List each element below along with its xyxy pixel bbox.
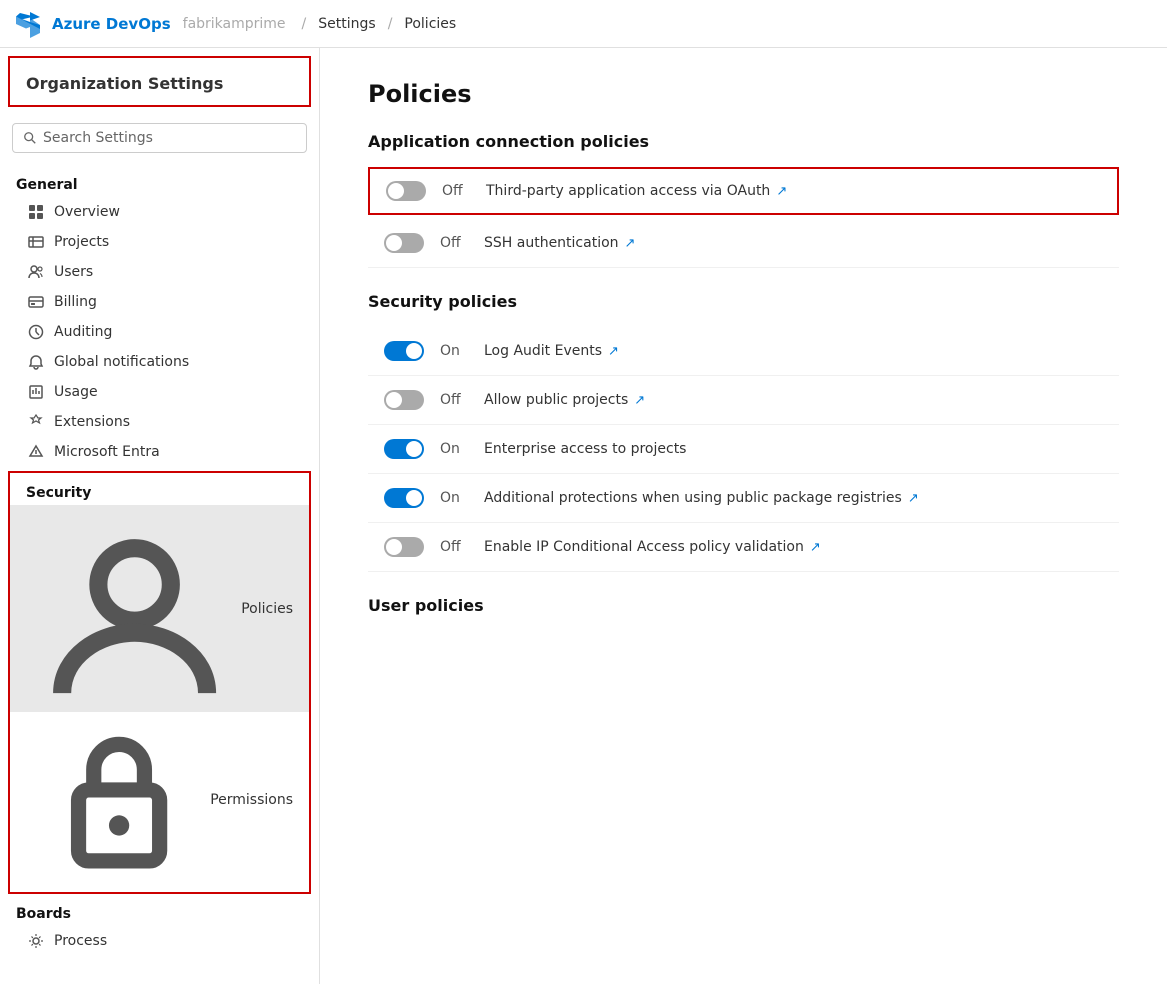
- sidebar-label-policies: Policies: [241, 601, 293, 617]
- security-section-box: Security Policies Permissions: [8, 471, 311, 894]
- sidebar-label-overview: Overview: [54, 204, 120, 220]
- permissions-icon: [38, 719, 200, 881]
- ssh-link-icon[interactable]: ↗: [625, 236, 636, 251]
- sidebar-label-usage: Usage: [54, 384, 98, 400]
- toggle-label-additional-protections: On: [440, 490, 468, 506]
- policy-row-enterprise-access: On Enterprise access to projects: [368, 425, 1119, 474]
- sidebar-item-policies[interactable]: Policies: [10, 505, 309, 712]
- sidebar-item-permissions[interactable]: Permissions: [10, 712, 309, 888]
- sidebar-item-users[interactable]: Users: [0, 257, 319, 287]
- ip-conditional-link-icon[interactable]: ↗: [810, 540, 821, 555]
- toggle-public-projects[interactable]: [384, 390, 424, 410]
- oauth-link-icon[interactable]: ↗: [776, 184, 787, 199]
- azure-devops-logo: [16, 10, 44, 38]
- sidebar-item-process[interactable]: Process: [0, 926, 319, 956]
- additional-protections-link-icon[interactable]: ↗: [908, 491, 919, 506]
- security-section-heading: Security: [10, 477, 309, 505]
- search-icon: [23, 131, 37, 145]
- policy-name-additional-protections: Additional protections when using public…: [484, 490, 919, 506]
- toggle-enterprise-access[interactable]: [384, 439, 424, 459]
- toggle-label-enterprise-access: On: [440, 441, 468, 457]
- search-placeholder: Search Settings: [43, 130, 153, 146]
- general-section-heading: General: [0, 169, 319, 197]
- sidebar-item-extensions[interactable]: Extensions: [0, 407, 319, 437]
- sidebar-item-billing[interactable]: Billing: [0, 287, 319, 317]
- policy-name-enterprise-access: Enterprise access to projects: [484, 441, 686, 457]
- toggle-additional-protections[interactable]: [384, 488, 424, 508]
- policy-row-log-audit: On Log Audit Events ↗: [368, 327, 1119, 376]
- sidebar-label-auditing: Auditing: [54, 324, 112, 340]
- policy-row-additional-protections: On Additional protections when using pub…: [368, 474, 1119, 523]
- toggle-label-ssh: Off: [440, 235, 468, 251]
- sidebar-label-process: Process: [54, 933, 107, 949]
- toggle-oauth[interactable]: [386, 181, 426, 201]
- toggle-log-audit[interactable]: [384, 341, 424, 361]
- extensions-icon: [28, 414, 44, 430]
- bell-icon: [28, 354, 44, 370]
- org-settings-header: Organization Settings: [8, 56, 311, 107]
- usage-icon: [28, 384, 44, 400]
- nav-separator-1: fabrikamprime: [183, 16, 286, 32]
- toggle-label-oauth: Off: [442, 183, 470, 199]
- sidebar-label-users: Users: [54, 264, 93, 280]
- nav-settings-link[interactable]: Settings: [318, 16, 375, 32]
- sidebar-item-global-notifications[interactable]: Global notifications: [0, 347, 319, 377]
- project-icon: [28, 234, 44, 250]
- search-settings[interactable]: Search Settings: [12, 123, 307, 153]
- grid-icon: [28, 204, 44, 220]
- sidebar-label-global-notifications: Global notifications: [54, 354, 189, 370]
- brand-name[interactable]: Azure DevOps: [52, 15, 171, 33]
- nav-slash-1: /: [302, 16, 307, 32]
- policy-name-ssh: SSH authentication ↗: [484, 235, 635, 251]
- policy-row-ssh: Off SSH authentication ↗: [368, 219, 1119, 268]
- users-icon: [28, 264, 44, 280]
- top-nav: Azure DevOps fabrikamprime / Settings / …: [0, 0, 1167, 48]
- billing-icon: [28, 294, 44, 310]
- policy-row-ip-conditional: Off Enable IP Conditional Access policy …: [368, 523, 1119, 572]
- sidebar: Organization Settings Search Settings Ge…: [0, 48, 320, 984]
- process-icon: [28, 933, 44, 949]
- policy-name-ip-conditional: Enable IP Conditional Access policy vali…: [484, 539, 821, 555]
- sidebar-label-extensions: Extensions: [54, 414, 130, 430]
- policy-row-public-projects: Off Allow public projects ↗: [368, 376, 1119, 425]
- log-audit-link-icon[interactable]: ↗: [608, 344, 619, 359]
- nav-slash-2: /: [388, 16, 393, 32]
- sidebar-label-projects: Projects: [54, 234, 109, 250]
- security-policies-heading: Security policies: [368, 292, 1119, 311]
- toggle-ip-conditional[interactable]: [384, 537, 424, 557]
- sidebar-label-billing: Billing: [54, 294, 97, 310]
- sidebar-item-projects[interactable]: Projects: [0, 227, 319, 257]
- sidebar-item-microsoft-entra[interactable]: Microsoft Entra: [0, 437, 319, 467]
- policy-name-oauth: Third-party application access via OAuth…: [486, 183, 787, 199]
- sidebar-item-usage[interactable]: Usage: [0, 377, 319, 407]
- toggle-label-public-projects: Off: [440, 392, 468, 408]
- boards-section-heading: Boards: [0, 898, 319, 926]
- toggle-label-log-audit: On: [440, 343, 468, 359]
- sidebar-item-auditing[interactable]: Auditing: [0, 317, 319, 347]
- sidebar-label-permissions: Permissions: [210, 792, 293, 808]
- policy-name-log-audit: Log Audit Events ↗: [484, 343, 619, 359]
- policy-name-public-projects: Allow public projects ↗: [484, 392, 645, 408]
- public-projects-link-icon[interactable]: ↗: [634, 393, 645, 408]
- toggle-label-ip-conditional: Off: [440, 539, 468, 555]
- auditing-icon: [28, 324, 44, 340]
- policies-icon: [38, 512, 231, 705]
- nav-current-page: Policies: [404, 16, 456, 32]
- main-content: Policies Application connection policies…: [320, 48, 1167, 984]
- entra-icon: [28, 444, 44, 460]
- toggle-ssh[interactable]: [384, 233, 424, 253]
- sidebar-label-microsoft-entra: Microsoft Entra: [54, 444, 160, 460]
- sidebar-item-overview[interactable]: Overview: [0, 197, 319, 227]
- app-body: Organization Settings Search Settings Ge…: [0, 48, 1167, 984]
- app-connection-heading: Application connection policies: [368, 132, 1119, 151]
- policy-row-oauth: Off Third-party application access via O…: [368, 167, 1119, 215]
- page-title: Policies: [368, 80, 1119, 108]
- user-policies-heading: User policies: [368, 596, 1119, 615]
